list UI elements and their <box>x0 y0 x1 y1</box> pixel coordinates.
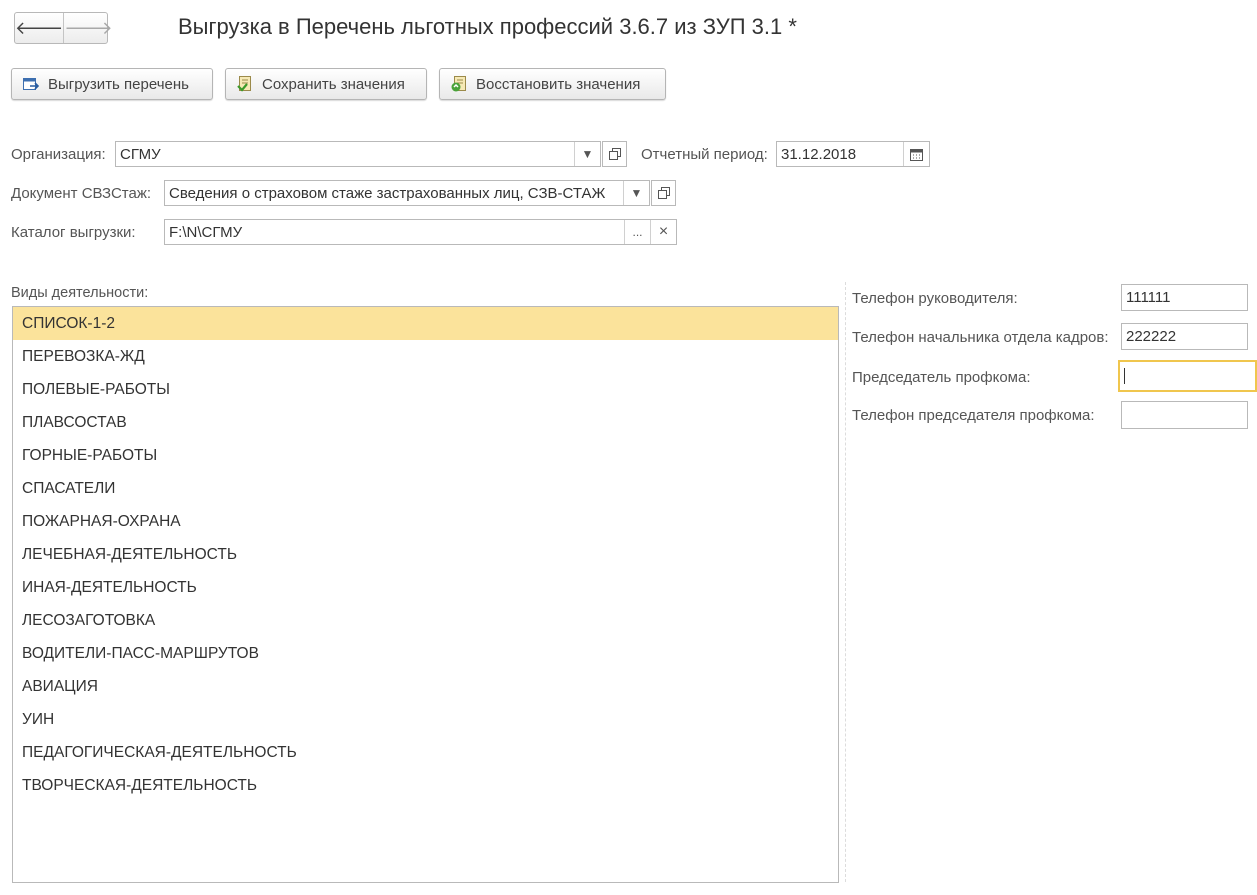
restore-icon <box>450 75 468 93</box>
export-list-button[interactable]: Выгрузить перечень <box>11 68 213 100</box>
window-title: Выгрузка в Перечень льготных профессий 3… <box>178 14 797 39</box>
list-item[interactable]: ТВОРЧЕСКАЯ-ДЕЯТЕЛЬНОСТЬ <box>13 769 838 802</box>
list-item[interactable]: ГОРНЫЕ-РАБОТЫ <box>13 439 838 472</box>
period-label: Отчетный период: <box>641 146 768 163</box>
list-item[interactable]: ПЛАВСОСТАВ <box>13 406 838 439</box>
list-item[interactable]: УИН <box>13 703 838 736</box>
organization-open-button[interactable] <box>602 141 627 167</box>
save-values-button[interactable]: Сохранить значения <box>225 68 427 100</box>
calendar-button[interactable] <box>903 142 929 166</box>
catalog-label: Каталог выгрузки: <box>11 224 136 241</box>
export-list-label: Выгрузить перечень <box>48 75 189 93</box>
head-phone-input[interactable]: 111111 <box>1121 284 1248 311</box>
restore-values-button[interactable]: Восстановить значения <box>439 68 666 100</box>
open-window-icon <box>608 148 621 160</box>
arrow-left-icon: 🡐 <box>15 17 64 38</box>
save-values-label: Сохранить значения <box>262 75 405 93</box>
open-window-icon <box>657 187 670 199</box>
arrow-right-icon: 🡒 <box>64 17 113 38</box>
activities-list[interactable]: СПИСОК-1-2 ПЕРЕВОЗКА-ЖД ПОЛЕВЫЕ-РАБОТЫ П… <box>12 306 839 883</box>
forward-button[interactable]: 🡒 <box>64 13 112 43</box>
union-chair-label: Председатель профкома: <box>852 369 1031 386</box>
document-label: Документ СВЗСтаж: <box>11 185 152 202</box>
list-item[interactable]: ПЕДАГОГИЧЕСКАЯ-ДЕЯТЕЛЬНОСТЬ <box>13 736 838 769</box>
text-cursor <box>1124 368 1125 385</box>
organization-label: Организация: <box>11 146 106 163</box>
list-item[interactable]: ЛЕЧЕБНАЯ-ДЕЯТЕЛЬНОСТЬ <box>13 538 838 571</box>
list-item[interactable]: ЛЕСОЗАГОТОВКА <box>13 604 838 637</box>
organization-value: СГМУ <box>120 145 161 163</box>
history-nav: 🡐 🡒 <box>14 12 113 44</box>
list-item[interactable]: АВИАЦИЯ <box>13 670 838 703</box>
catalog-field[interactable]: F:\N\СГМУ ... × <box>164 219 677 245</box>
chevron-down-icon: ▼ <box>630 186 643 200</box>
chevron-down-icon: ▼ <box>581 147 594 161</box>
hr-phone-input[interactable]: 222222 <box>1121 323 1248 350</box>
list-item[interactable]: ИНАЯ-ДЕЯТЕЛЬНОСТЬ <box>13 571 838 604</box>
union-chair-input[interactable] <box>1118 360 1257 392</box>
list-item[interactable]: ПЕРЕВОЗКА-ЖД <box>13 340 838 373</box>
list-item[interactable]: СПИСОК-1-2 <box>13 307 838 340</box>
organization-dropdown[interactable]: ▼ <box>574 142 600 166</box>
union-phone-input[interactable] <box>1121 401 1248 429</box>
save-icon <box>236 75 254 93</box>
close-icon: × <box>658 223 669 240</box>
document-field[interactable]: Сведения о страховом стаже застрахованны… <box>164 180 650 206</box>
catalog-browse-button[interactable]: ... <box>624 220 650 244</box>
period-value: 31.12.2018 <box>781 145 857 163</box>
restore-values-label: Восстановить значения <box>476 75 641 93</box>
back-button[interactable]: 🡐 <box>15 13 65 43</box>
activities-label: Виды деятельности: <box>11 285 149 301</box>
list-item[interactable]: ПОЛЕВЫЕ-РАБОТЫ <box>13 373 838 406</box>
head-phone-label: Телефон руководителя: <box>852 290 1018 307</box>
union-phone-label: Телефон председателя профкома: <box>852 407 1095 424</box>
catalog-clear-button[interactable]: × <box>650 220 676 244</box>
hr-phone-label: Телефон начальника отдела кадров: <box>852 329 1109 346</box>
panel-divider <box>845 282 846 882</box>
organization-field[interactable]: СГМУ ▼ <box>115 141 601 167</box>
list-item[interactable]: СПАСАТЕЛИ <box>13 472 838 505</box>
list-item[interactable]: ВОДИТЕЛИ-ПАСС-МАРШРУТОВ <box>13 637 838 670</box>
document-value: Сведения о страховом стаже застрахованны… <box>169 184 606 202</box>
calendar-icon <box>910 148 923 161</box>
document-dropdown[interactable]: ▼ <box>623 181 649 205</box>
export-icon <box>22 75 40 93</box>
period-field[interactable]: 31.12.2018 <box>776 141 930 167</box>
catalog-value: F:\N\СГМУ <box>169 223 243 241</box>
document-open-button[interactable] <box>651 180 676 206</box>
list-item[interactable]: ПОЖАРНАЯ-ОХРАНА <box>13 505 838 538</box>
